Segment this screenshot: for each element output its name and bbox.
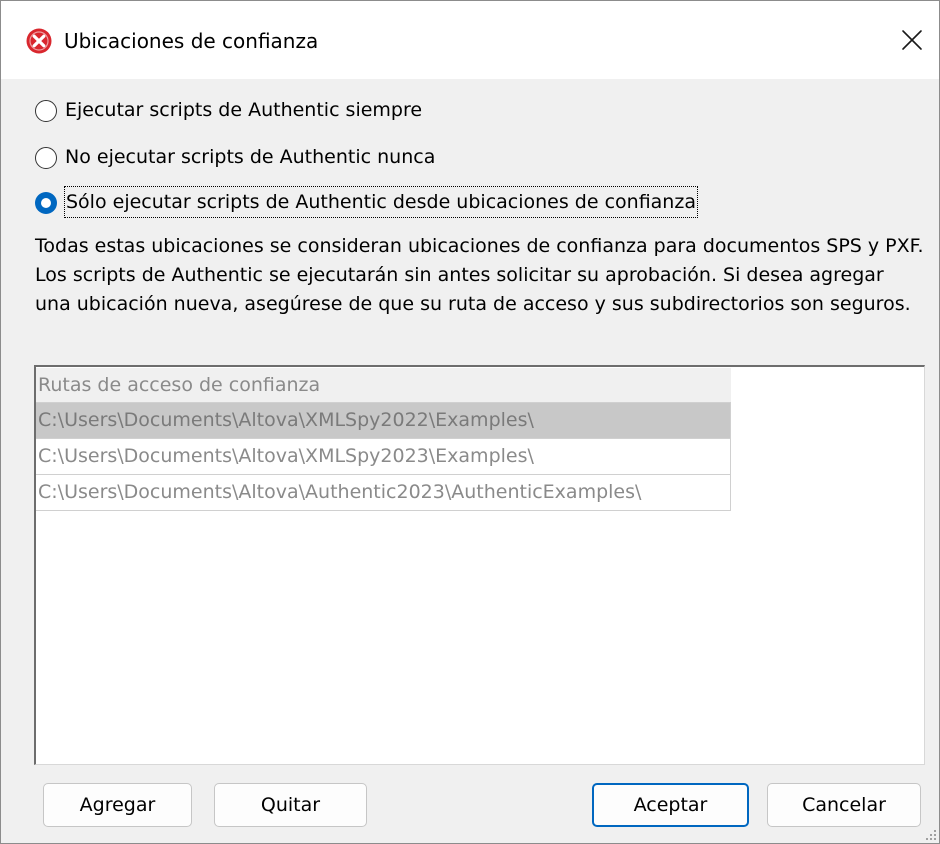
dialog-title: Ubicaciones de confianza xyxy=(64,29,319,53)
close-icon xyxy=(902,30,922,50)
radio-label-never: No ejecutar scripts de Authentic nunca xyxy=(65,146,436,168)
radio-trusted-only[interactable]: Sólo ejecutar scripts de Authentic desde… xyxy=(35,186,765,218)
radio-label-always: Ejecutar scripts de Authentic siempre xyxy=(65,99,423,121)
column-header-paths[interactable]: Rutas de acceso de confianza xyxy=(36,368,731,403)
remove-button[interactable]: Quitar xyxy=(214,783,367,827)
title-bar: Ubicaciones de confianza xyxy=(1,1,939,79)
table-row[interactable]: C:\Users\Documents\Altova\XMLSpy2023\Exa… xyxy=(36,439,731,475)
radio-button-always[interactable] xyxy=(35,100,57,122)
table-row[interactable]: C:\Users\Documents\Altova\XMLSpy2022\Exa… xyxy=(36,403,731,439)
add-button[interactable]: Agregar xyxy=(43,783,192,827)
radio-label-trusted-only: Sólo ejecutar scripts de Authentic desde… xyxy=(64,186,698,218)
trusted-locations-dialog: Ubicaciones de confianza Ejecutar script… xyxy=(0,0,940,844)
trusted-paths-table: Rutas de acceso de confianza C:\Users\Do… xyxy=(36,368,731,511)
trusted-paths-list[interactable]: Rutas de acceso de confianza C:\Users\Do… xyxy=(34,365,925,765)
ok-button[interactable]: Aceptar xyxy=(592,783,749,827)
cancel-button[interactable]: Cancelar xyxy=(767,783,921,827)
resize-grip-icon[interactable] xyxy=(923,827,937,841)
close-button[interactable] xyxy=(889,11,939,67)
altova-x-icon xyxy=(26,28,52,54)
radio-button-trusted-only[interactable] xyxy=(35,192,57,214)
radio-never-run[interactable]: No ejecutar scripts de Authentic nunca xyxy=(35,142,485,172)
description-text: Todas estas ubicaciones se consideran ub… xyxy=(35,235,924,315)
radio-button-never[interactable] xyxy=(35,147,57,169)
table-row[interactable]: C:\Users\Documents\Altova\Authentic2023\… xyxy=(36,475,731,511)
radio-always-run[interactable]: Ejecutar scripts de Authentic siempre xyxy=(35,95,475,125)
